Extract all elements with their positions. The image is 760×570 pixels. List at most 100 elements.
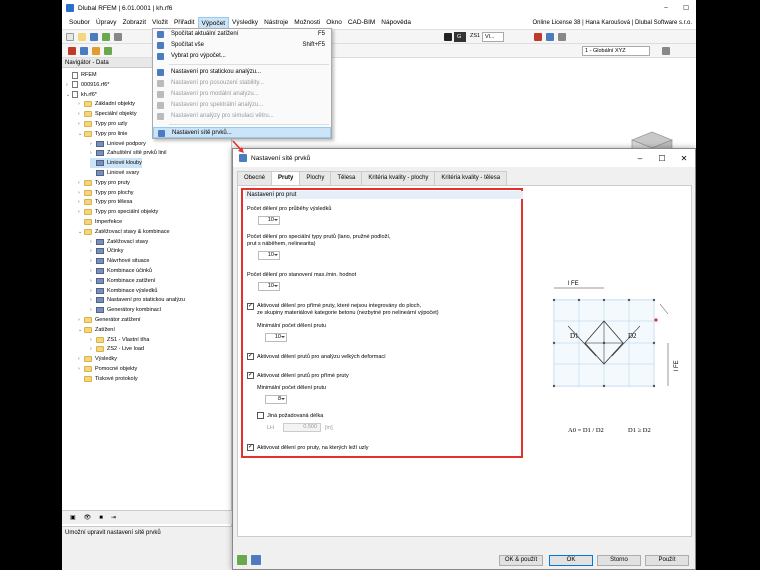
tab-5[interactable]: Kritéria kvality - tělesa: [434, 171, 508, 185]
view-icon[interactable]: [558, 33, 566, 41]
tree-item[interactable]: › ZS2 - Live load: [90, 344, 144, 354]
tree-item[interactable]: › 000916.rf6*: [66, 80, 109, 90]
dropdown-item[interactable]: Vybrat pro výpočet...: [153, 51, 331, 62]
length-input[interactable]: 0.500: [283, 423, 321, 432]
tree-item[interactable]: Liniové klouby: [90, 158, 142, 169]
help-icon[interactable]: [237, 555, 247, 565]
cancel-button[interactable]: Storno: [597, 555, 641, 566]
results-tab-icon[interactable]: ⇥: [111, 514, 116, 521]
activate-straight-checkbox[interactable]: ✓: [247, 303, 254, 310]
divisions-results-input[interactable]: 10: [258, 216, 280, 225]
tree-item[interactable]: › Kombinace zatížení: [90, 276, 155, 286]
leaf-icon: [96, 287, 104, 294]
dropdown-item[interactable]: Nastavení pro statickou analýzu...: [153, 67, 331, 78]
save-icon[interactable]: [90, 33, 98, 41]
filter-icon[interactable]: [92, 47, 100, 55]
menu-item-11[interactable]: Nápověda: [378, 17, 414, 29]
tree-item[interactable]: › Typy pro tělesa: [78, 197, 132, 207]
views-tab-icon[interactable]: ■: [99, 515, 103, 521]
copy-settings-icon[interactable]: [251, 555, 261, 565]
divisions-special-label-2: prut s náběhem, nelinearita): [247, 241, 316, 247]
tab-1[interactable]: Pruty: [271, 171, 301, 185]
tree-item[interactable]: › ZS1 - Vlastní tíha: [90, 335, 150, 345]
apply-button[interactable]: Použít: [645, 555, 689, 566]
tree-item[interactable]: Tiskové protokoly: [78, 374, 138, 384]
snap-icon[interactable]: [80, 47, 88, 55]
tree-item[interactable]: ⌄ kh.rf6*: [66, 90, 97, 100]
tab-0[interactable]: Obecné: [237, 171, 273, 185]
print-icon[interactable]: [102, 33, 110, 41]
min-divisions2-input[interactable]: 8: [265, 395, 287, 404]
tree-item[interactable]: › Kombinace výsledků: [90, 286, 157, 296]
tree-item[interactable]: › Nastavení pro statickou analýzu: [90, 295, 185, 305]
open-file-icon[interactable]: [78, 33, 86, 41]
divisions-special-input[interactable]: 10: [258, 251, 280, 260]
pan-icon[interactable]: [534, 33, 542, 41]
min-divisions-input[interactable]: 10: [265, 333, 287, 342]
loadcase-select[interactable]: Vl...: [482, 32, 504, 42]
tab-3[interactable]: Tělesa: [330, 171, 363, 185]
dropdown-item[interactable]: Spočítat aktuální zatížení F5: [153, 29, 331, 40]
menu-item-5[interactable]: Výpočet: [197, 16, 230, 29]
dialog-minimize-button[interactable]: –: [629, 154, 651, 163]
dialog-maximize-button[interactable]: ☐: [651, 154, 673, 163]
tree-item[interactable]: ⌄ Zatěžovací stavy & kombinace: [78, 227, 170, 237]
activate-straight2-checkbox[interactable]: ✓: [247, 372, 254, 379]
menu-item-10[interactable]: CAD-BIM: [345, 17, 378, 29]
coordinate-system-select[interactable]: 1 - Globální XYZ: [582, 46, 650, 56]
maximize-button[interactable]: ☐: [676, 4, 696, 12]
menu-item-6[interactable]: Výsledky: [229, 17, 261, 29]
license-info: Online License 38 | Hana Karoušová | Dlu…: [532, 19, 692, 26]
dropdown-item[interactable]: Nastavení sítě prvků...: [153, 127, 331, 138]
tree-item[interactable]: Imperfekce: [78, 217, 122, 227]
menu-item-9[interactable]: Okno: [323, 17, 345, 29]
display-icon[interactable]: [104, 47, 112, 55]
tree-item[interactable]: ⌄ Zatížení: [78, 325, 115, 335]
other-length-checkbox[interactable]: [257, 412, 264, 419]
tree-item[interactable]: › Generátory kombinací: [90, 305, 161, 315]
ok-button[interactable]: OK: [549, 555, 593, 566]
activate-nodes-checkbox[interactable]: ✓: [247, 444, 254, 451]
tree-item[interactable]: › Typy pro pruty: [78, 178, 130, 188]
divisions-maxmin-input[interactable]: 10: [258, 282, 280, 291]
menu-item-3[interactable]: Vložit: [149, 17, 171, 29]
loadcase-name[interactable]: ZS1: [468, 32, 482, 42]
tree-item[interactable]: › Základní objekty: [78, 99, 135, 109]
menu-item-7[interactable]: Nástroje: [261, 17, 291, 29]
ok-apply-button[interactable]: OK & použít: [499, 555, 543, 566]
data-tab-icon[interactable]: ▣: [70, 514, 76, 521]
tree-item[interactable]: › Liniové podpory: [90, 139, 146, 149]
tree-item[interactable]: › Účinky: [90, 246, 124, 256]
menu-item-0[interactable]: Soubor: [66, 17, 93, 29]
tree-item[interactable]: Liniové svary: [90, 168, 139, 178]
tree-item[interactable]: › Typy pro plochy: [78, 188, 134, 198]
tree-item[interactable]: ⌄ Typy pro linie: [78, 129, 127, 139]
visibility-icon[interactable]: [662, 47, 670, 55]
tab-2[interactable]: Plochy: [299, 171, 332, 185]
tab-4[interactable]: Kritéria kvality - plochy: [361, 171, 436, 185]
menu-item-8[interactable]: Možnosti: [291, 17, 323, 29]
menu-item-2[interactable]: Zobrazit: [120, 17, 149, 29]
tree-item[interactable]: › Pomocné objekty: [78, 364, 137, 374]
dropdown-item[interactable]: Spočítat vše Shift+F5: [153, 40, 331, 51]
tree-item[interactable]: › Kombinace účinků: [90, 266, 152, 276]
activate-large-deformation-checkbox[interactable]: ✓: [247, 353, 254, 360]
tree-item[interactable]: › Výsledky: [78, 354, 117, 364]
rotate-icon[interactable]: [546, 33, 554, 41]
tree-item[interactable]: › Zahuštění sítě prvků linií: [90, 148, 167, 158]
tree-item[interactable]: › Typy pro uzly: [78, 119, 127, 129]
tree-item[interactable]: › Generátor zatížení: [78, 315, 141, 325]
minimize-button[interactable]: –: [656, 4, 676, 12]
display-tab-icon[interactable]: 👁: [84, 514, 92, 521]
menu-item-4[interactable]: Přiřadit: [171, 17, 198, 29]
undo-icon[interactable]: [114, 33, 122, 41]
tree-item[interactable]: › Návrhové situace: [90, 256, 150, 266]
tree-item[interactable]: › Speciální objekty: [78, 109, 137, 119]
dialog-close-button[interactable]: ✕: [673, 154, 695, 163]
tree-item[interactable]: RFEM: [66, 70, 97, 80]
new-file-icon[interactable]: [66, 33, 74, 41]
select-icon[interactable]: [68, 47, 76, 55]
tree-item[interactable]: › Zatěžovací stavy: [90, 237, 148, 247]
menu-item-1[interactable]: Úpravy: [93, 17, 120, 29]
tree-item[interactable]: › Typy pro speciální objekty: [78, 207, 158, 217]
